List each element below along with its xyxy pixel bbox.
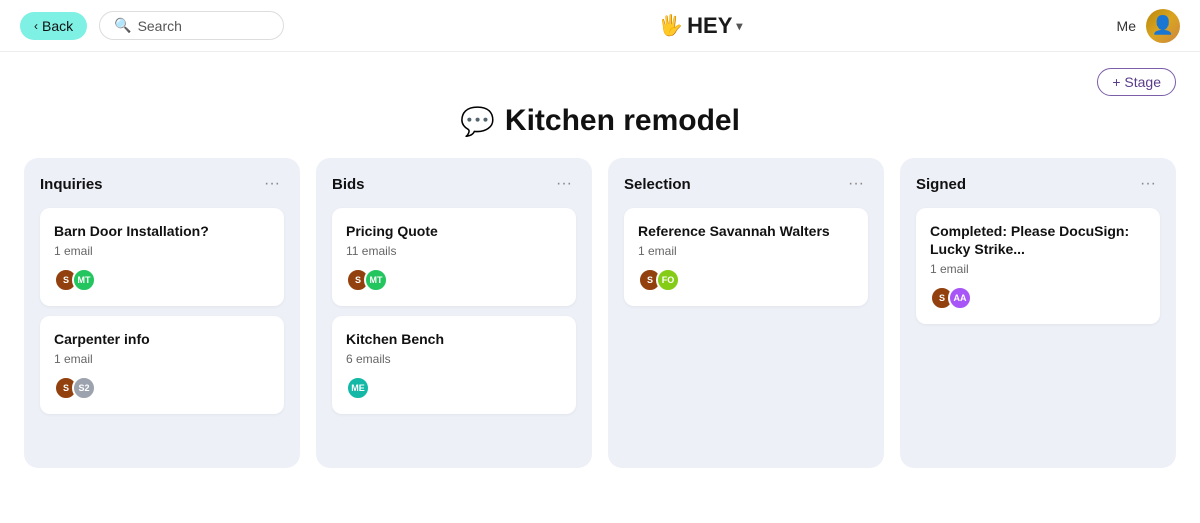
card-title: Completed: Please DocuSign: Lucky Strike… (930, 222, 1146, 258)
search-icon: 🔍 (114, 17, 131, 34)
header: ‹ Back 🔍 Search 🖐 HEY ▾ Me 👤 (0, 0, 1200, 52)
title-icon: 💬 (460, 105, 495, 138)
card-avatars: SS2 (54, 376, 270, 400)
kanban-board: Inquiries ··· Barn Door Installation? 1 ema… (24, 158, 1176, 468)
card-avatar: MT (364, 268, 388, 292)
chevron-left-icon: ‹ (34, 19, 38, 33)
column-title-selection: Selection (624, 176, 691, 193)
column-title-signed: Signed (916, 176, 966, 193)
header-right: Me 👤 (1117, 9, 1180, 43)
card-avatars: SMT (346, 268, 562, 292)
card-count: 6 emails (346, 352, 562, 366)
stage-button-label: + Stage (1112, 74, 1161, 90)
column-title-bids: Bids (332, 176, 365, 193)
card-count: 1 email (54, 244, 270, 258)
card-avatars: SFO (638, 268, 854, 292)
column-more-bids[interactable]: ··· (552, 174, 576, 194)
card-title: Carpenter info (54, 330, 270, 348)
card[interactable]: Barn Door Installation? 1 email SMT (40, 208, 284, 306)
card-count: 1 email (638, 244, 854, 258)
column-selection: Selection ··· Reference Savannah Walters 1 … (608, 158, 884, 468)
card-avatar: S2 (72, 376, 96, 400)
logo-chevron-icon: ▾ (736, 19, 742, 33)
column-header-signed: Signed ··· (916, 174, 1160, 194)
me-label: Me (1117, 18, 1136, 34)
card-avatars: SMT (54, 268, 270, 292)
wave-icon: 🖐 (658, 13, 683, 38)
hey-logo: 🖐 HEY ▾ (658, 13, 742, 39)
stage-area: + Stage (24, 68, 1176, 96)
card-count: 11 emails (346, 244, 562, 258)
column-inquiries: Inquiries ··· Barn Door Installation? 1 ema… (24, 158, 300, 468)
search-label: Search (138, 18, 182, 34)
header-center: 🖐 HEY ▾ (284, 13, 1116, 39)
main-content: + Stage 💬 Kitchen remodel Inquiries ··· Ba… (0, 52, 1200, 484)
search-bar[interactable]: 🔍 Search (99, 11, 284, 40)
stage-button[interactable]: + Stage (1097, 68, 1176, 96)
card-avatar: MT (72, 268, 96, 292)
card[interactable]: Carpenter info 1 email SS2 (40, 316, 284, 414)
card-title: Reference Savannah Walters (638, 222, 854, 240)
card-title: Barn Door Installation? (54, 222, 270, 240)
avatar[interactable]: 👤 (1146, 9, 1180, 43)
card-avatar: FO (656, 268, 680, 292)
card-title: Pricing Quote (346, 222, 562, 240)
column-more-signed[interactable]: ··· (1136, 174, 1160, 194)
page-title: 💬 Kitchen remodel (24, 104, 1176, 138)
column-bids: Bids ··· Pricing Quote 11 emails SMT Kitchen … (316, 158, 592, 468)
column-header-inquiries: Inquiries ··· (40, 174, 284, 194)
back-button[interactable]: ‹ Back (20, 12, 87, 40)
card[interactable]: Completed: Please DocuSign: Lucky Strike… (916, 208, 1160, 324)
card-count: 1 email (54, 352, 270, 366)
back-label: Back (42, 18, 73, 34)
card[interactable]: Pricing Quote 11 emails SMT (332, 208, 576, 306)
card-avatars: ME (346, 376, 562, 400)
card-avatars: SAA (930, 286, 1146, 310)
column-header-bids: Bids ··· (332, 174, 576, 194)
column-signed: Signed ··· Completed: Please DocuSign: Luc… (900, 158, 1176, 468)
card-count: 1 email (930, 262, 1146, 276)
card[interactable]: Reference Savannah Walters 1 email SFO (624, 208, 868, 306)
page-title-text: Kitchen remodel (505, 104, 740, 138)
card[interactable]: Kitchen Bench 6 emails ME (332, 316, 576, 414)
column-more-selection[interactable]: ··· (844, 174, 868, 194)
logo-text: HEY (687, 13, 732, 39)
card-avatar: ME (346, 376, 370, 400)
column-title-inquiries: Inquiries (40, 176, 103, 193)
column-more-inquiries[interactable]: ··· (260, 174, 284, 194)
page-title-area: 💬 Kitchen remodel (24, 104, 1176, 138)
card-avatar: AA (948, 286, 972, 310)
card-title: Kitchen Bench (346, 330, 562, 348)
column-header-selection: Selection ··· (624, 174, 868, 194)
